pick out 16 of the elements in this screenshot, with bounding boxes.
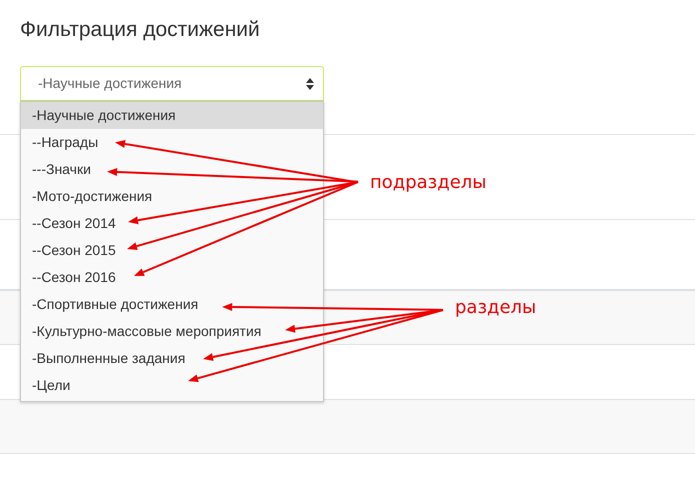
dropdown-option[interactable]: -Спортивные достижения [21, 291, 323, 318]
dropdown-option[interactable]: -Культурно-массовые мероприятия [21, 318, 323, 345]
dropdown-option[interactable]: ---Значки [21, 156, 323, 183]
dropdown-option[interactable]: --Сезон 2016 [21, 264, 323, 291]
page-title: Фильтрация достижений [20, 17, 261, 43]
dropdown-option[interactable]: -Мото-достижения [21, 183, 323, 210]
dropdown-option[interactable]: --Награды [21, 129, 323, 156]
sort-icon [306, 78, 314, 90]
dropdown-option[interactable]: -Научные достижения [21, 102, 323, 129]
dropdown-option[interactable]: -Выполненные задания [21, 345, 323, 372]
dropdown-option[interactable]: --Сезон 2014 [21, 210, 323, 237]
dropdown-option[interactable]: -Цели [21, 372, 323, 399]
annotation-label: подразделы [370, 172, 486, 194]
annotation-label: разделы [455, 297, 536, 319]
dropdown-option[interactable]: --Сезон 2015 [21, 237, 323, 264]
select-field[interactable]: -Научные достижения [20, 66, 324, 101]
